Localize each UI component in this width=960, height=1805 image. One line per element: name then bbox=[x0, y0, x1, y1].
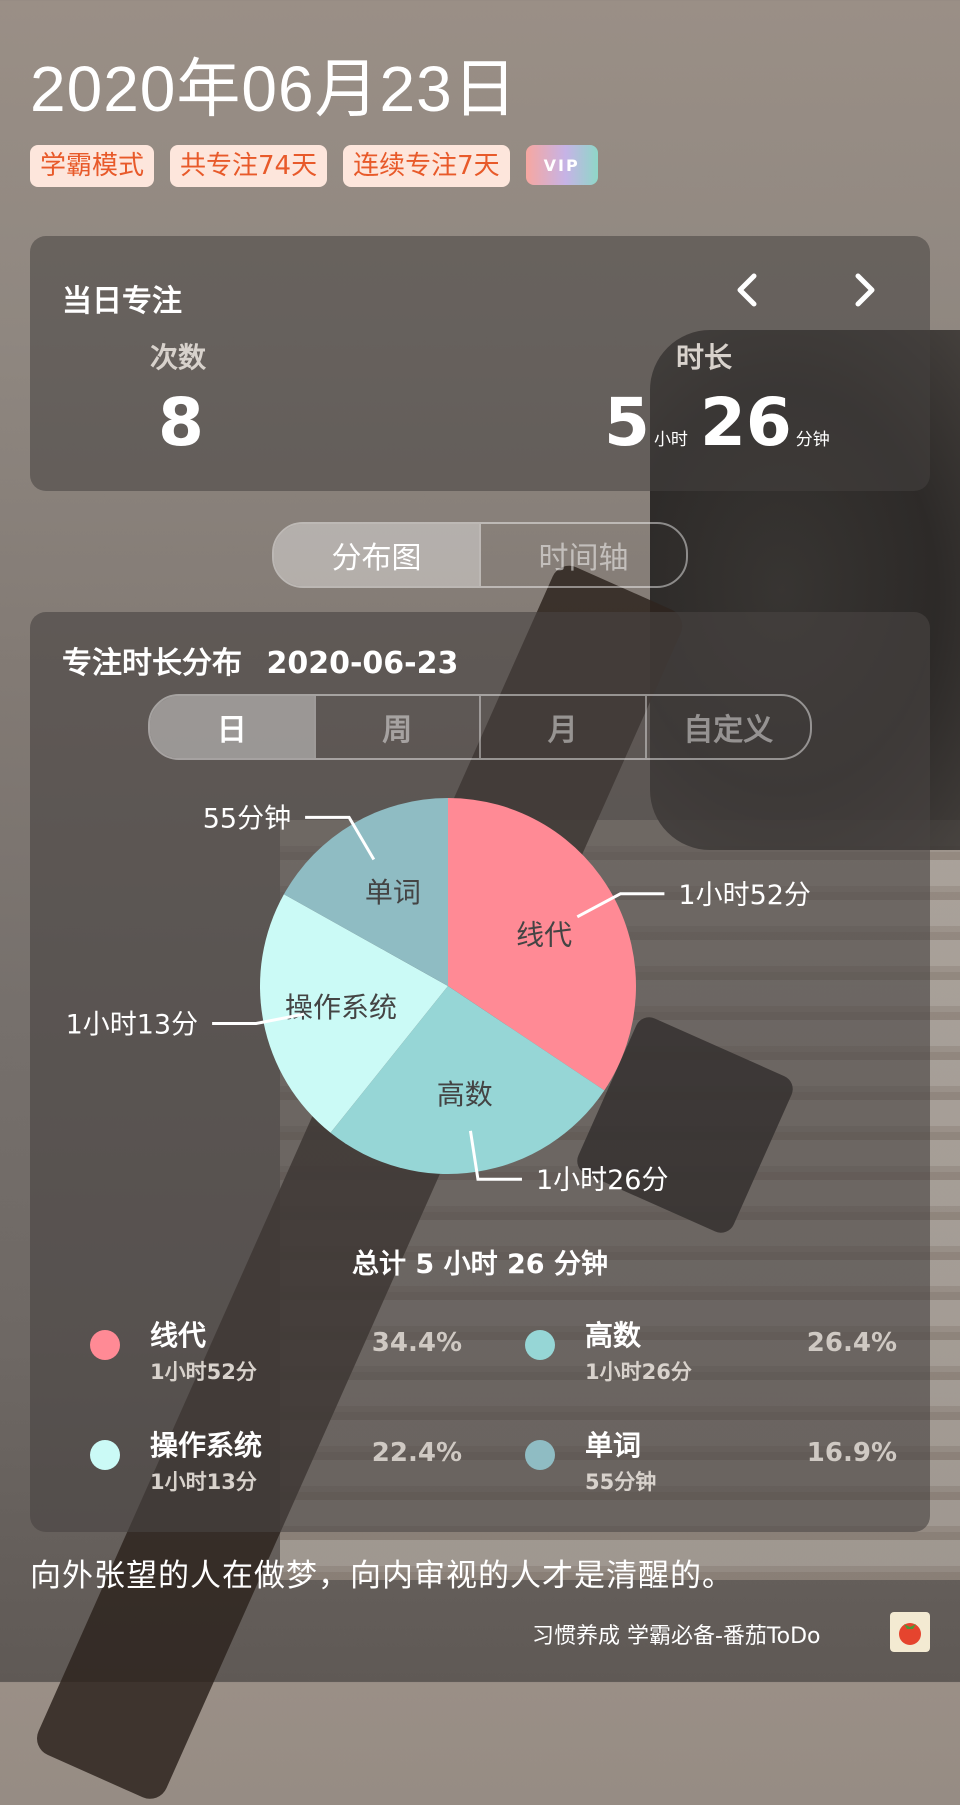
duration-value: 5 小时 26 分钟 bbox=[604, 384, 842, 461]
pie-slice-label-0: 线代 bbox=[516, 919, 572, 952]
next-day-button[interactable] bbox=[846, 272, 882, 308]
badge-row: 学霸模式 共专注74天 连续专注7天 VIP bbox=[30, 145, 598, 187]
legend-time: 1小时13分 bbox=[150, 1470, 257, 1494]
focus-pie-chart: 线代 1小时52分高数 1小时26分 操作系统 1小时13分 单词 55分钟 bbox=[66, 798, 811, 1196]
pie-slice-label-1: 高数 bbox=[437, 1078, 493, 1111]
duration-label: 时长 bbox=[676, 341, 733, 374]
page-title-date: 2020年06月23日 bbox=[30, 53, 518, 125]
view-toggle: 分布图 时间轴 bbox=[272, 522, 688, 588]
legend-item[interactable]: 线代 1小时52分 34.4% bbox=[62, 1312, 462, 1384]
legend-name: 高数 bbox=[585, 1319, 642, 1352]
hours-unit: 小时 bbox=[653, 430, 688, 450]
legend-name: 操作系统 bbox=[150, 1429, 263, 1462]
duration-minutes: 26 bbox=[699, 384, 792, 461]
footer-text: 习惯养成 学霸必备-番茄ToDo bbox=[532, 1624, 821, 1649]
duration-hours: 5 bbox=[604, 384, 650, 461]
legend-name: 线代 bbox=[150, 1319, 207, 1352]
prev-day-button[interactable] bbox=[730, 272, 766, 308]
tab-distribution[interactable]: 分布图 bbox=[274, 524, 479, 586]
pie-value-label-2: 1小时13分 bbox=[66, 1010, 199, 1041]
count-value: 8 bbox=[158, 384, 204, 461]
legend-percent: 26.4% bbox=[806, 1328, 897, 1358]
legend-color-dot bbox=[525, 1330, 555, 1360]
legend-item[interactable]: 高数 1小时26分 26.4% bbox=[497, 1312, 897, 1384]
legend-time: 55分钟 bbox=[585, 1470, 657, 1494]
legend-item[interactable]: 操作系统 1小时13分 22.4% bbox=[62, 1422, 462, 1494]
legend-color-dot bbox=[90, 1330, 120, 1360]
legend-time: 1小时26分 bbox=[585, 1360, 692, 1384]
legend-percent: 16.9% bbox=[806, 1438, 897, 1468]
minutes-unit: 分钟 bbox=[795, 430, 830, 450]
total-duration: 总计 5 小时 26 分钟 bbox=[352, 1249, 608, 1280]
badge-mode: 学霸模式 bbox=[30, 145, 155, 187]
tab-timeline[interactable]: 时间轴 bbox=[479, 524, 686, 586]
pie-slice-label-2: 操作系统 bbox=[285, 991, 397, 1024]
legend-percent: 34.4% bbox=[371, 1328, 462, 1358]
legend-color-dot bbox=[90, 1440, 120, 1470]
legend-percent: 22.4% bbox=[371, 1438, 462, 1468]
chevron-left-icon bbox=[737, 273, 757, 307]
daily-focus-card: 当日专注 次数 8 时长 5 小时 26 分钟 bbox=[30, 236, 930, 491]
daily-focus-title: 当日专注 bbox=[62, 284, 182, 319]
legend-time: 1小时52分 bbox=[150, 1360, 257, 1384]
vip-badge[interactable]: VIP bbox=[525, 145, 598, 185]
legend-item[interactable]: 单词 55分钟 16.9% bbox=[497, 1422, 897, 1494]
app-icon-box bbox=[890, 1612, 930, 1652]
tomato-icon bbox=[899, 1623, 921, 1645]
motivational-quote: 向外张望的人在做梦，向内审视的人才是清醒的。 bbox=[30, 1558, 734, 1594]
count-label: 次数 bbox=[150, 341, 207, 374]
badge-total-days: 共专注74天 bbox=[170, 145, 328, 187]
badge-streak-days: 连续专注7天 bbox=[343, 145, 510, 187]
pie-slice-label-3: 单词 bbox=[365, 876, 421, 909]
legend-color-dot bbox=[525, 1440, 555, 1470]
pie-value-label-3: 55分钟 bbox=[203, 803, 291, 834]
pie-value-label-0: 1小时52分 bbox=[678, 880, 811, 911]
distribution-card: 专注时长分布 2020-06-23 日 周 月 自定义 线代 1小时52分 高数 1小… bbox=[30, 612, 930, 1532]
legend-name: 单词 bbox=[585, 1429, 642, 1462]
pie-value-label-1: 1小时26分 bbox=[536, 1165, 669, 1196]
chevron-right-icon bbox=[855, 273, 875, 307]
